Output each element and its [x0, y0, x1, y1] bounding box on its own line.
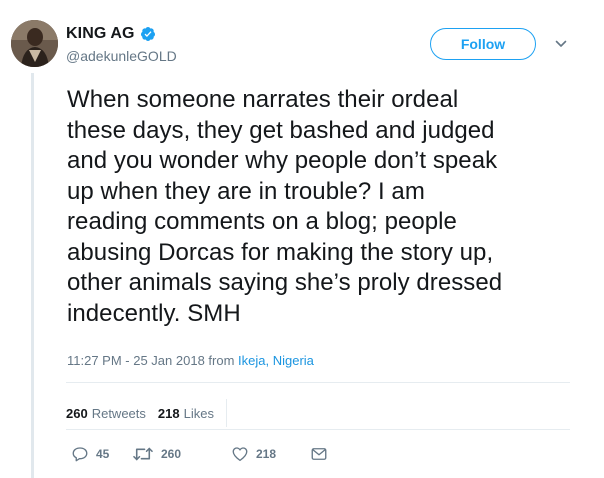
- retweet-count: 260: [161, 447, 182, 461]
- direct-message-button[interactable]: [310, 445, 328, 463]
- retweets-count: 260: [66, 405, 88, 421]
- reply-button[interactable]: 45: [71, 445, 109, 463]
- retweet-icon: [133, 447, 153, 461]
- tweet-timestamp[interactable]: 11:27 PM - 25 Jan 2018: [67, 353, 205, 368]
- avatar-image: [11, 20, 58, 67]
- likes-label: Likes: [183, 405, 214, 421]
- heart-icon: [232, 447, 248, 462]
- follow-button[interactable]: Follow: [430, 28, 536, 60]
- author-name-row[interactable]: KING AG: [66, 25, 156, 43]
- reply-icon: [72, 447, 88, 462]
- retweet-button[interactable]: 260: [132, 445, 181, 463]
- author-handle[interactable]: @adekunleGOLD: [66, 48, 177, 64]
- avatar[interactable]: [11, 20, 58, 67]
- stats-separator: [225, 399, 227, 427]
- like-button[interactable]: 218: [231, 445, 276, 463]
- retweets-stat[interactable]: 260 Retweets: [66, 406, 146, 421]
- like-count: 218: [256, 447, 277, 461]
- reply-count: 45: [96, 447, 110, 461]
- chevron-down-icon[interactable]: [555, 39, 567, 49]
- tweet-stats: 260 Retweets 218 Likes: [66, 399, 237, 427]
- envelope-icon: [311, 448, 327, 460]
- thread-line: [31, 73, 34, 478]
- divider-top: [66, 382, 570, 383]
- tweet-location-link[interactable]: Ikeja, Nigeria: [238, 353, 314, 368]
- divider-bottom: [66, 429, 570, 430]
- likes-count: 218: [157, 405, 180, 421]
- from-label: from: [208, 353, 235, 368]
- retweets-label: Retweets: [91, 405, 146, 421]
- display-name[interactable]: KING AG: [66, 25, 135, 43]
- tweet-text: When someone narrates their ordeal these…: [67, 86, 503, 327]
- likes-stat[interactable]: 218 Likes: [158, 406, 214, 421]
- tweet-metadata: 11:27 PM - 25 Jan 2018 from Ikeja, Niger…: [67, 353, 314, 368]
- verified-badge-icon: [140, 27, 155, 41]
